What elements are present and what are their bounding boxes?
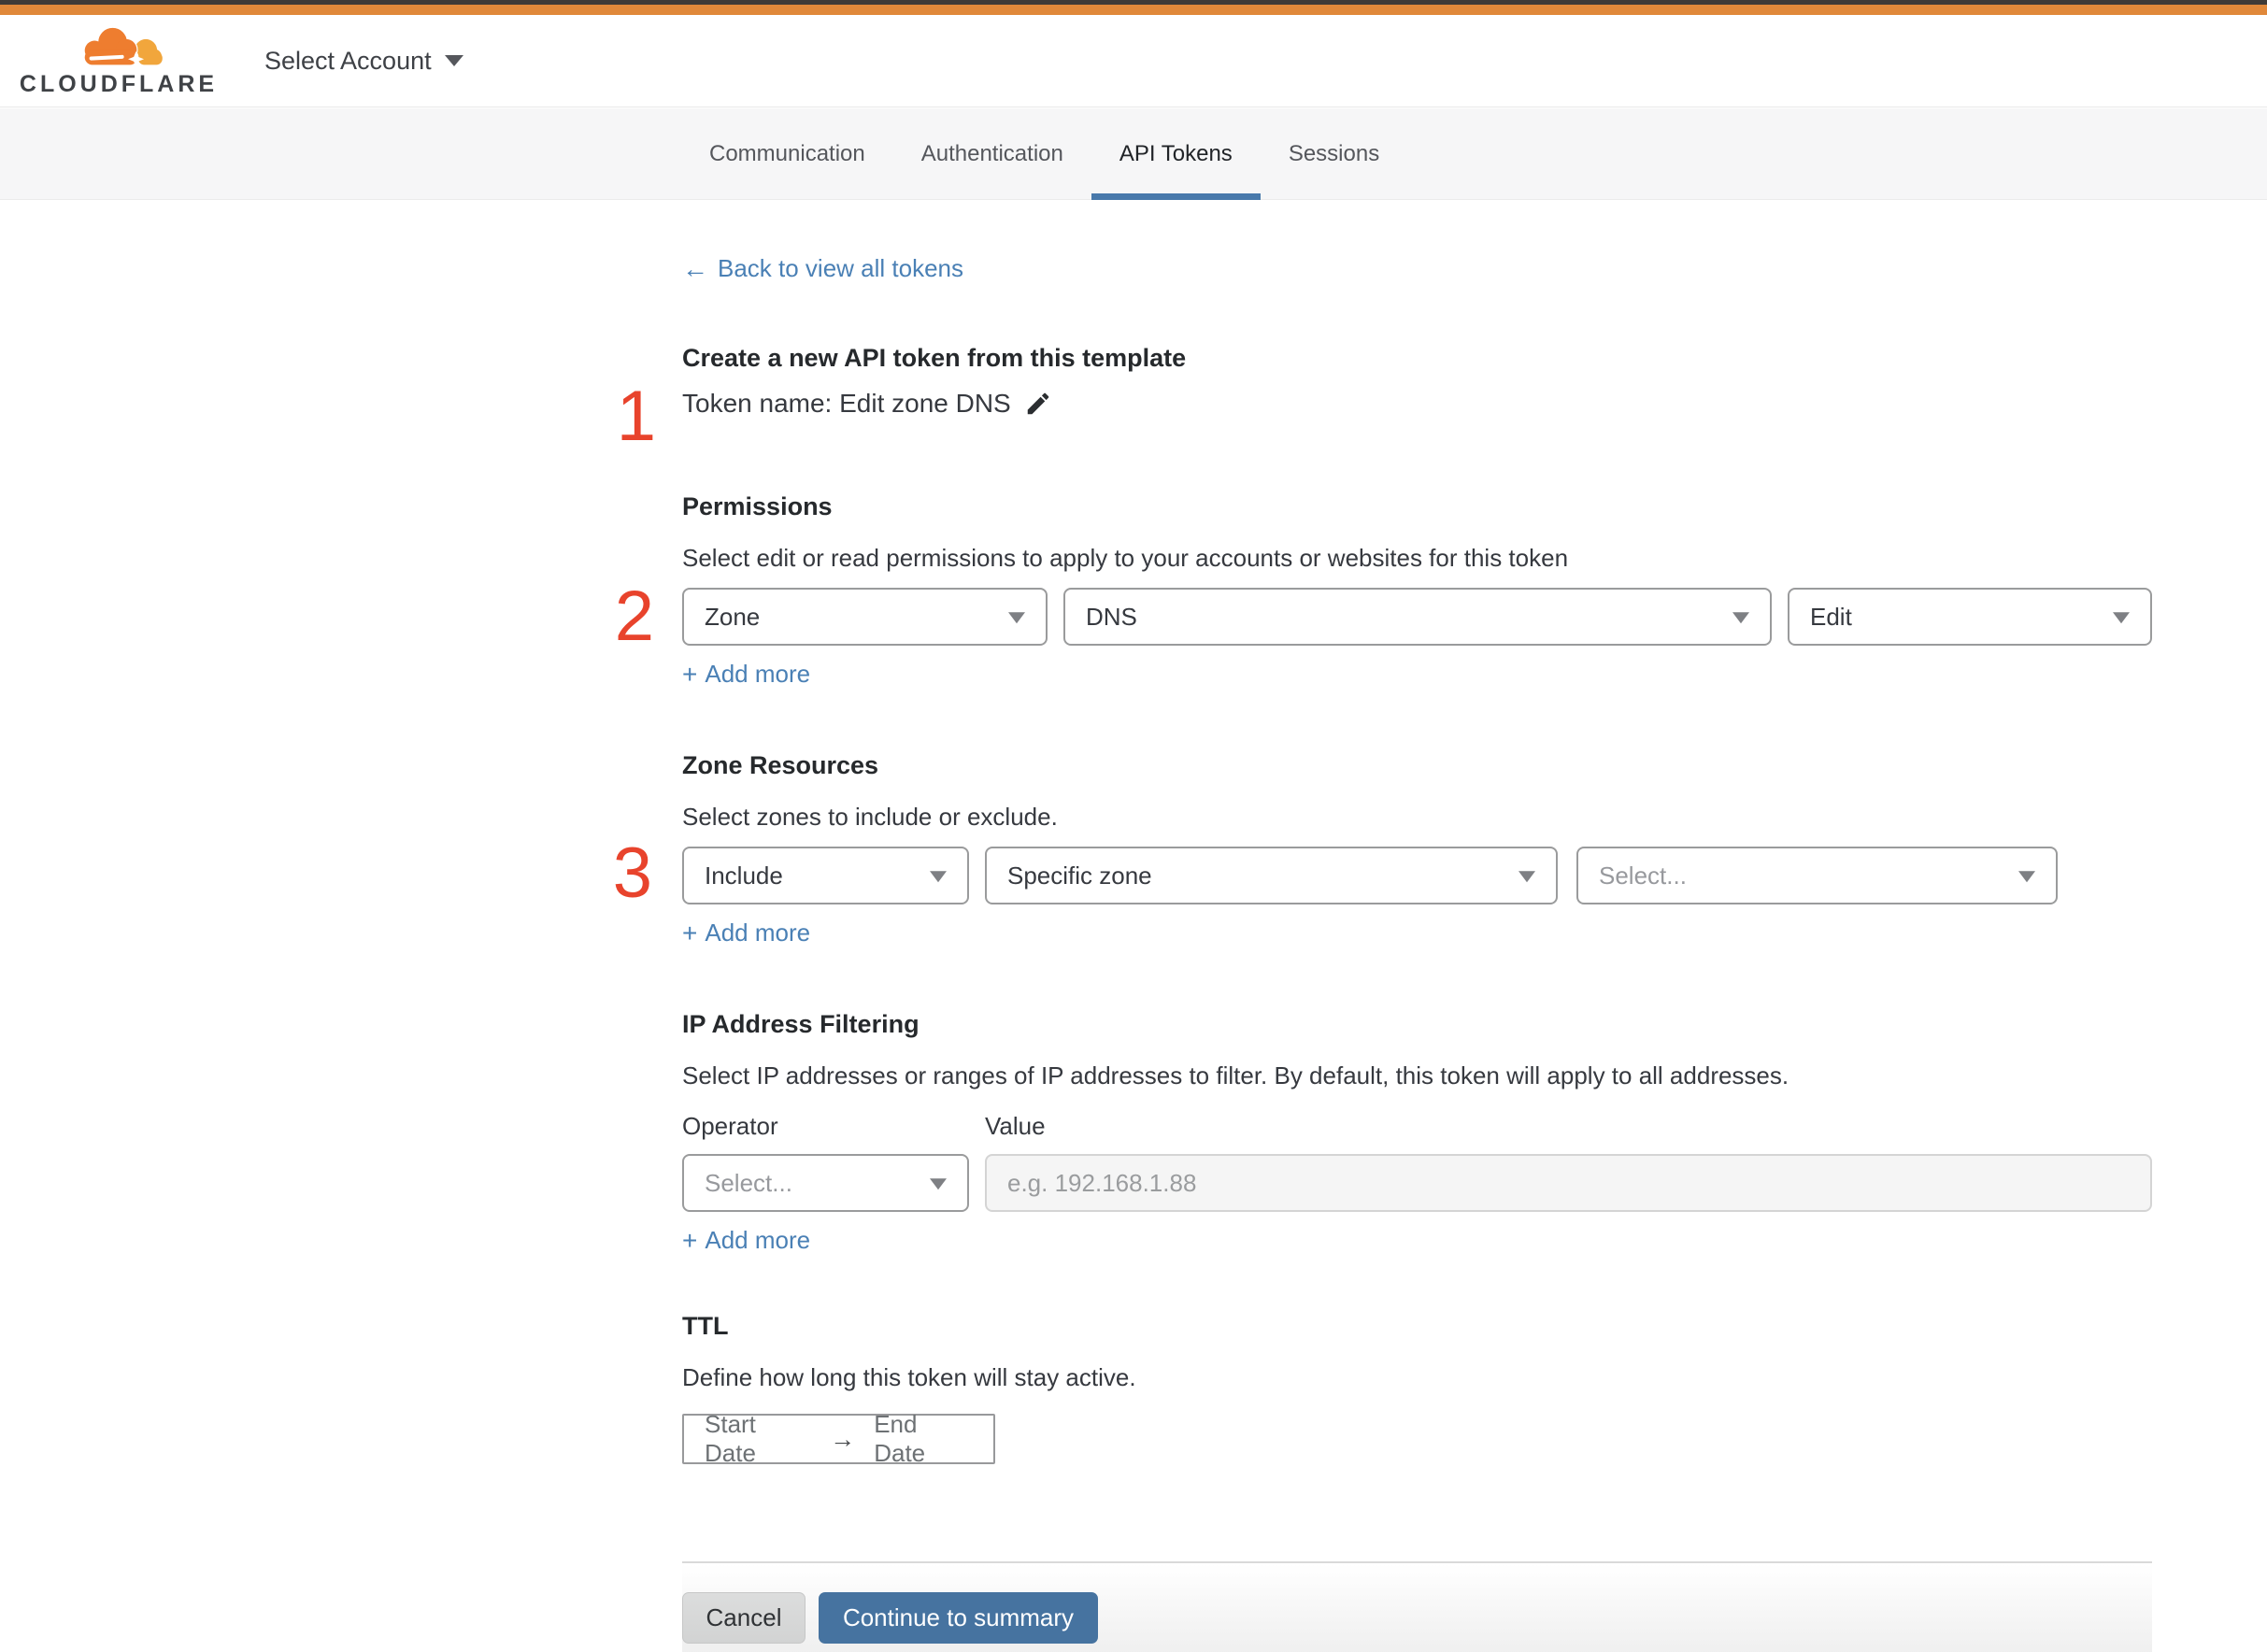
app-header: CLOUDFLARE Select Account [0, 15, 2267, 107]
value-label: Value [985, 1112, 1046, 1140]
permission-service-value: DNS [1086, 602, 1137, 631]
zone-picker-placeholder: Select... [1599, 861, 1687, 890]
ip-filtering-controls-row: Select... [682, 1154, 2152, 1212]
step-number-2: 2 [614, 577, 654, 656]
zone-picker-select[interactable]: Select... [1576, 847, 2058, 904]
permission-access-value: Edit [1810, 602, 1852, 631]
start-date-placeholder: Start Date [705, 1410, 756, 1467]
zone-mode-value: Include [705, 861, 783, 890]
ip-operator-placeholder: Select... [705, 1168, 792, 1197]
active-tab-underline [1091, 193, 1261, 200]
footer-divider [682, 1561, 2152, 1563]
tab-authentication-label: Authentication [920, 140, 1063, 166]
select-account-label: Select Account [264, 46, 432, 75]
tab-authentication[interactable]: Authentication [893, 108, 1091, 199]
tab-api-tokens[interactable]: API Tokens [1091, 108, 1261, 200]
permission-service-select[interactable]: DNS [1063, 588, 1772, 646]
tab-group: Communication Authentication API Tokens … [681, 108, 1407, 200]
zone-resources-add-more-label: Add more [705, 919, 811, 947]
chevron-down-icon [930, 871, 947, 883]
ttl-description: Define how long this token will stay act… [682, 1363, 1136, 1391]
plus-icon: + [682, 1225, 698, 1255]
permissions-title: Permissions [682, 492, 833, 520]
end-date-placeholder: End Date [874, 1410, 926, 1467]
ip-value-input [985, 1154, 2152, 1212]
tab-communication[interactable]: Communication [681, 108, 893, 199]
chevron-down-icon [1518, 871, 1535, 883]
ttl-title: TTL [682, 1312, 729, 1340]
back-link-label: Back to view all tokens [718, 254, 964, 282]
token-name-row: Token name: Edit zone DNS [682, 389, 1052, 419]
step-number-1: 1 [616, 377, 656, 456]
zone-resources-title: Zone Resources [682, 751, 879, 779]
permissions-add-more-link[interactable]: + Add more [682, 660, 810, 689]
operator-label: Operator [682, 1112, 778, 1140]
permissions-select-row: Zone DNS Edit [682, 588, 2152, 646]
zone-resources-description: Select zones to include or exclude. [682, 803, 1058, 831]
permissions-description: Select edit or read permissions to apply… [682, 544, 1569, 572]
plus-icon: + [682, 659, 698, 689]
back-arrow-icon: ← [682, 253, 708, 283]
chevron-down-icon [1732, 612, 1749, 624]
ip-filtering-add-more-label: Add more [705, 1226, 811, 1254]
edit-pencil-icon[interactable] [1024, 390, 1052, 418]
permission-access-select[interactable]: Edit [1788, 588, 2152, 646]
chevron-down-icon [930, 1178, 947, 1190]
cloudflare-api-token-page: CLOUDFLARE Select Account Communication … [0, 0, 2267, 1652]
ip-filtering-title: IP Address Filtering [682, 1010, 920, 1038]
plus-icon: + [682, 918, 698, 947]
back-to-tokens-link[interactable]: ← Back to view all tokens [682, 254, 963, 283]
cloudflare-cloud-icon [83, 26, 163, 67]
cloudflare-logo: CLOUDFLARE [20, 23, 214, 98]
footer-buttons: Cancel Continue to summary [682, 1592, 1098, 1644]
tab-communication-label: Communication [709, 140, 865, 166]
ip-operator-select[interactable]: Select... [682, 1154, 969, 1212]
tab-api-tokens-label: API Tokens [1119, 140, 1233, 166]
zone-resources-add-more-link[interactable]: + Add more [682, 919, 810, 947]
chevron-down-icon [2113, 612, 2130, 624]
chevron-down-icon [444, 55, 463, 66]
ttl-date-range-picker[interactable]: Start Date → End Date [682, 1410, 995, 1467]
top-orange-accent-bar [0, 5, 2267, 15]
permission-scope-value: Zone [705, 602, 761, 631]
tab-bar: Communication Authentication API Tokens … [0, 108, 2267, 200]
permissions-add-more-label: Add more [705, 660, 811, 688]
create-token-title: Create a new API token from this templat… [682, 344, 1187, 372]
brand-wordmark: CLOUDFLARE [19, 71, 219, 97]
zone-type-value: Specific zone [1007, 861, 1152, 890]
zone-mode-select[interactable]: Include [682, 847, 969, 904]
permission-scope-select[interactable]: Zone [682, 588, 1048, 646]
tab-sessions-label: Sessions [1288, 140, 1380, 166]
tab-sessions[interactable]: Sessions [1261, 108, 1407, 199]
cancel-button[interactable]: Cancel [682, 1592, 806, 1644]
zone-type-select[interactable]: Specific zone [985, 847, 1558, 904]
zone-resources-select-row: Include Specific zone Select... [682, 847, 2058, 904]
continue-to-summary-button[interactable]: Continue to summary [819, 1592, 1098, 1644]
ip-filtering-add-more-link[interactable]: + Add more [682, 1226, 810, 1255]
arrow-right-icon: → [830, 1424, 856, 1453]
chevron-down-icon [2018, 871, 2035, 883]
chevron-down-icon [1008, 612, 1025, 624]
select-account-dropdown[interactable]: Select Account [264, 47, 463, 76]
token-name-text: Token name: Edit zone DNS [682, 389, 1011, 418]
ip-filtering-description: Select IP addresses or ranges of IP addr… [682, 1061, 1789, 1089]
step-number-3: 3 [612, 833, 652, 913]
